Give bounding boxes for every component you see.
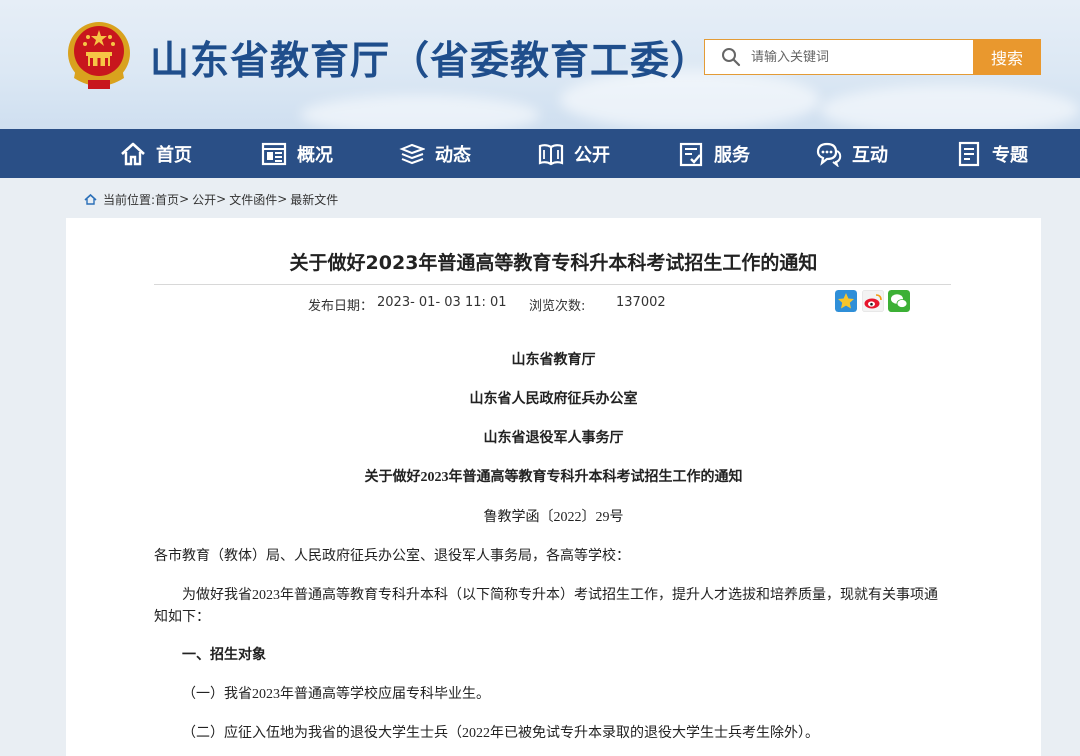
- issuer-2: 山东省人民政府征兵办公室: [469, 392, 638, 407]
- share-weibo-icon[interactable]: [862, 290, 884, 312]
- issuer-1: 山东省教育厅: [511, 353, 596, 368]
- nav-label: 动态: [435, 144, 471, 166]
- breadcrumb-link-public[interactable]: 公开: [192, 191, 216, 208]
- intro-paragraph-line2: 知如下：: [154, 610, 210, 625]
- publish-date-label: 发布日期：: [308, 299, 374, 314]
- breadcrumb-link-latest[interactable]: 最新文件: [290, 191, 338, 208]
- header-cloud-decoration: [820, 85, 1080, 129]
- views-label: 浏览次数:: [529, 299, 586, 314]
- article-panel: 关于做好2023年普通高等教育专科升本科考试招生工作的通知 发布日期： 2023…: [66, 218, 1041, 756]
- site-title: 山东省教育厅（省委教育工委）: [150, 39, 711, 84]
- nav-label: 互动: [852, 144, 888, 166]
- breadcrumb-link-documents[interactable]: 文件函件: [229, 191, 277, 208]
- inner-title: 关于做好2023年普通高等教育专科升本科考试招生工作的通知: [364, 470, 743, 485]
- header-cloud-decoration: [300, 95, 540, 129]
- doc-number: 鲁教学函〔2022〕29号: [483, 510, 624, 525]
- search-button[interactable]: 搜索: [973, 39, 1041, 75]
- nav-item-service[interactable]: 服务: [678, 129, 750, 178]
- title-divider: [154, 284, 951, 285]
- service-icon: [679, 142, 703, 166]
- breadcrumb-separator: >: [277, 192, 288, 206]
- overview-icon: [261, 142, 287, 165]
- nav-label: 公开: [574, 144, 610, 166]
- breadcrumb-separator: >: [179, 192, 190, 206]
- home-icon: [84, 193, 97, 205]
- search-box: [704, 39, 974, 75]
- news-icon: [399, 143, 425, 164]
- nav-item-interact[interactable]: 互动: [816, 129, 888, 178]
- views-count: 137002: [616, 295, 666, 310]
- topic-icon: [958, 141, 980, 166]
- chat-icon: [816, 142, 842, 167]
- nav-label: 概况: [297, 144, 333, 166]
- intro-paragraph-line1: 为做好我省2023年普通高等教育专科升本科（以下简称专升本）考试招生工作，提升人…: [182, 588, 938, 603]
- nav-item-overview[interactable]: 概况: [261, 129, 333, 178]
- list-item: （一）我省2023年普通高等学校应届专科毕业生。: [182, 687, 490, 702]
- breadcrumb-link-home[interactable]: 首页: [155, 191, 179, 208]
- nav-item-news[interactable]: 动态: [399, 129, 471, 178]
- breadcrumb-prefix: 当前位置:: [103, 192, 156, 207]
- list-item: （二）应征入伍地为我省的退役大学生士兵（2022年已被免试专升本录取的退役大学生…: [182, 726, 819, 741]
- search-input[interactable]: [751, 49, 961, 65]
- addressee: 各市教育（教体）局、人民政府征兵办公室、退役军人事务局，各高等学校：: [154, 549, 630, 564]
- article-title: 关于做好2023年普通高等教育专科升本科考试招生工作的通知: [289, 252, 818, 274]
- main-nav: 首页 概况 动态 公开 服务 互动 专题: [0, 129, 1080, 178]
- home-icon: [121, 142, 145, 165]
- share-wechat-icon[interactable]: [888, 290, 910, 312]
- nav-item-topic[interactable]: 专题: [956, 129, 1028, 178]
- share-qzone-icon[interactable]: [835, 290, 857, 312]
- nav-item-public[interactable]: 公开: [538, 129, 610, 178]
- book-icon: [538, 143, 564, 165]
- search-icon: [722, 48, 741, 67]
- breadcrumb-separator: >: [216, 192, 227, 206]
- site-header: 山东省教育厅（省委教育工委） 搜索: [0, 0, 1080, 129]
- section-heading: 一、招生对象: [182, 648, 266, 663]
- national-emblem-logo[interactable]: [66, 20, 132, 92]
- publish-date: 2023- 01- 03 11: 01: [377, 295, 507, 310]
- breadcrumb: 当前位置: 首页 > 公开 > 文件函件 > 最新文件: [84, 191, 338, 207]
- nav-item-home[interactable]: 首页: [120, 129, 192, 178]
- nav-label: 专题: [992, 144, 1028, 166]
- nav-label: 服务: [714, 144, 750, 166]
- issuer-3: 山东省退役军人事务厅: [483, 431, 624, 446]
- nav-label: 首页: [156, 144, 192, 166]
